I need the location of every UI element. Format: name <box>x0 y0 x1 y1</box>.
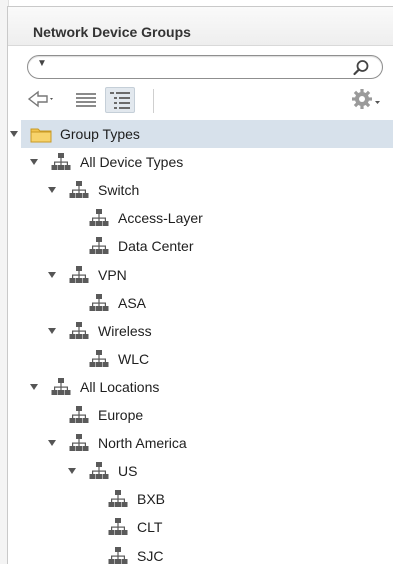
tree-node-group-types[interactable]: Group Types <box>10 120 393 148</box>
tree-node-label: Wireless <box>98 322 152 339</box>
tree-node-label: Europe <box>98 407 144 423</box>
search-row: ▼ <box>27 55 383 79</box>
tree-node-label: VPN <box>98 266 127 283</box>
tree-node-us[interactable]: US <box>21 457 393 485</box>
tree-node-asa[interactable]: ASA <box>21 289 393 317</box>
network-group-icon <box>68 433 90 453</box>
tree-node-label: North America <box>98 435 187 452</box>
expand-toggle-icon[interactable] <box>30 159 38 166</box>
tree-view-icon <box>110 92 130 109</box>
folder-icon <box>30 124 52 144</box>
tree-node-label: Access-Layer <box>118 210 203 227</box>
network-group-icon <box>88 349 110 369</box>
gear-icon <box>352 89 380 109</box>
tree-node-label: BXB <box>137 491 166 508</box>
tree-node-access-layer[interactable]: Access-Layer <box>21 204 393 232</box>
tree-node-label: ASA <box>118 294 147 311</box>
list-view-button[interactable] <box>73 87 99 111</box>
network-group-icon <box>88 461 110 481</box>
search-icon[interactable] <box>352 59 370 77</box>
network-group-icon <box>88 208 110 228</box>
tree-node-sjc[interactable]: SJC <box>21 542 393 570</box>
expand-toggle-icon[interactable] <box>30 383 38 390</box>
tree-node-wlc[interactable]: WLC <box>21 345 393 373</box>
tree-node-all-locations[interactable]: All Locations <box>21 373 393 401</box>
network-group-icon <box>50 377 72 397</box>
back-arrow-icon <box>27 90 53 108</box>
tree-node-europe[interactable]: Europe <box>21 401 393 429</box>
network-device-groups-panel: Network Device Groups ▼ Group Types All … <box>7 6 393 564</box>
network-group-icon <box>68 180 90 200</box>
network-group-icon <box>107 546 129 566</box>
tree-node-label: CLT <box>137 519 163 536</box>
tree-node-label: All Locations <box>80 378 160 395</box>
tree-node-label: SJC <box>137 547 164 564</box>
tree-toolbar <box>27 87 387 117</box>
list-view-icon <box>76 93 96 107</box>
network-group-icon <box>68 265 90 285</box>
tree-node-label: Data Center <box>118 238 194 255</box>
tree-node-all-device-types[interactable]: All Device Types <box>21 148 393 176</box>
tree-node-label: US <box>118 463 138 480</box>
network-group-icon <box>88 236 110 256</box>
network-group-icon <box>107 517 129 537</box>
expand-toggle-icon[interactable] <box>48 327 56 334</box>
panel-title: Network Device Groups <box>33 24 191 40</box>
tree-node-bxb[interactable]: BXB <box>21 485 393 513</box>
panel-header: Network Device Groups <box>8 7 393 46</box>
tree-node-switch[interactable]: Switch <box>21 176 393 204</box>
tree-node-north-america[interactable]: North America <box>21 429 393 457</box>
tree-node-label: WLC <box>118 350 150 367</box>
expand-toggle-icon[interactable] <box>48 440 56 447</box>
network-group-icon <box>50 152 72 172</box>
tree-node-label: Group Types <box>60 126 140 142</box>
settings-button[interactable] <box>350 87 382 111</box>
expand-toggle-icon[interactable] <box>48 187 56 194</box>
tree-node-vpn[interactable]: VPN <box>21 261 393 289</box>
expand-toggle-icon[interactable] <box>68 468 76 475</box>
back-button[interactable] <box>27 87 55 111</box>
tree-node-label: Switch <box>98 182 140 199</box>
search-dropdown-icon[interactable]: ▼ <box>37 58 47 69</box>
expand-toggle-icon[interactable] <box>48 271 56 278</box>
network-group-icon <box>88 293 110 313</box>
tree-view-button[interactable] <box>105 87 135 113</box>
group-tree: Group Types All Device Types Switch Access-… <box>10 120 393 571</box>
network-group-icon <box>68 321 90 341</box>
tree-node-label: All Device Types <box>80 154 184 171</box>
network-group-icon <box>68 405 90 425</box>
tree-node-wireless[interactable]: Wireless <box>21 317 393 345</box>
network-group-icon <box>107 489 129 509</box>
tree-node-clt[interactable]: CLT <box>21 513 393 541</box>
search-input[interactable]: ▼ <box>27 55 383 79</box>
tree-node-data-center[interactable]: Data Center <box>21 232 393 260</box>
toolbar-divider <box>153 89 154 113</box>
expand-toggle-icon[interactable] <box>10 131 18 137</box>
